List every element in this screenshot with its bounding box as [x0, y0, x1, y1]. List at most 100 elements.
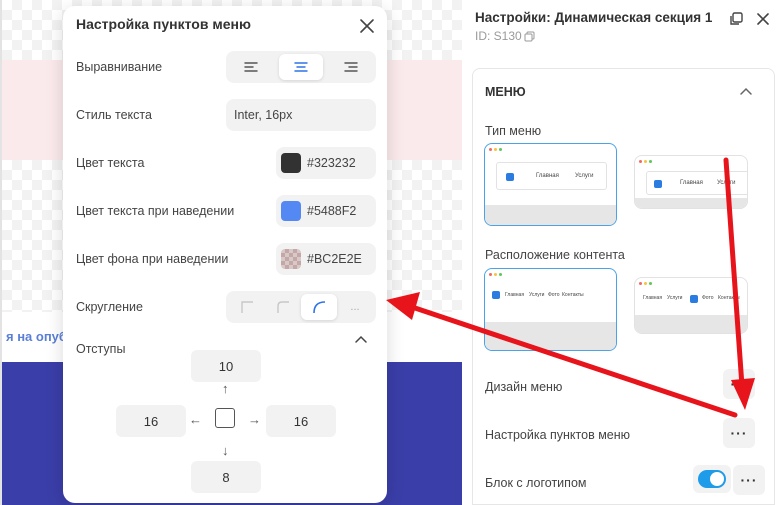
align-left-icon [244, 62, 258, 72]
align-left-button[interactable] [229, 54, 273, 80]
radius-label: Скругление [76, 300, 143, 314]
hover-text-color-swatch[interactable] [281, 201, 301, 221]
close-icon[interactable] [755, 11, 771, 27]
more-icon: ··· [730, 376, 748, 392]
menu-preview-bar: Главная Услуги Фото Контакты [635, 288, 747, 310]
alignment-segmented-control [226, 51, 376, 83]
menu-section: МЕНЮ Тип меню Главная Услуги Главная Усл… [472, 68, 775, 505]
corner-square-icon [241, 301, 253, 313]
window-dots-icon [489, 148, 502, 151]
preview-item: Контакты [562, 292, 584, 298]
radius-none-button[interactable] [229, 294, 265, 320]
popup-title: Настройка пунктов меню [76, 16, 251, 32]
preview-item: Услуги [575, 173, 594, 179]
arrow-right-icon: → [248, 412, 261, 427]
preview-item: Услуги [717, 180, 736, 186]
more-icon: ··· [740, 472, 758, 488]
hover-text-color-field[interactable]: #5488F2 [276, 195, 376, 227]
copy-id-icon[interactable] [524, 31, 535, 42]
preview-item: Главная [536, 173, 559, 179]
menu-items-settings-popup: Настройка пунктов меню Выравнивание Стил… [63, 6, 387, 503]
padding-label: Отступы [76, 342, 126, 356]
hover-text-color-value: #5488F2 [307, 204, 357, 218]
padding-top-field[interactable]: 10 [191, 350, 261, 382]
preview-item: Услуги [667, 295, 683, 301]
section-title: МЕНЮ [485, 85, 526, 99]
preview-content [635, 198, 747, 208]
preview-item: Фото [702, 295, 714, 301]
content-position-label: Расположение контента [485, 248, 625, 262]
preview-content [485, 205, 616, 225]
radius-segmented-control: ... [226, 291, 376, 323]
mini-logo-icon [690, 295, 698, 303]
align-right-icon [344, 62, 358, 72]
window-dots-icon [639, 282, 652, 285]
corner-small-round-icon [277, 301, 289, 313]
canvas-publish-text: я на опуб [6, 329, 67, 344]
radius-more-button[interactable]: ... [337, 294, 373, 320]
chevron-up-icon[interactable] [739, 86, 753, 96]
text-style-field[interactable]: Inter, 16px [226, 99, 376, 131]
preview-item: Главная [680, 180, 703, 186]
menu-items-settings-label: Настройка пунктов меню [485, 428, 631, 442]
padding-right-value: 16 [293, 413, 309, 429]
align-center-icon [294, 62, 308, 72]
logo-block-toggle[interactable] [698, 470, 726, 488]
content-position-option-2[interactable]: Главная Услуги Фото Контакты [634, 277, 748, 334]
logo-block-label: Блок с логотипом [485, 476, 587, 490]
radius-large-button[interactable] [301, 294, 337, 320]
alignment-label: Выравнивание [76, 60, 163, 74]
panel-title: Настройки: Динамическая секция 1 [475, 10, 713, 25]
hover-text-color-label: Цвет текста при наведении [76, 204, 235, 218]
padding-center-box-icon [215, 408, 235, 428]
menu-preview-bar: Главная Услуги [646, 171, 747, 195]
padding-bottom-value: 8 [222, 469, 230, 485]
menu-design-label: Дизайн меню [485, 380, 563, 394]
mini-logo-icon [654, 180, 662, 188]
mini-logo-icon [492, 291, 500, 299]
padding-bottom-field[interactable]: 8 [191, 461, 261, 493]
align-right-button[interactable] [329, 54, 373, 80]
window-dots-icon [639, 160, 652, 163]
menu-type-option-1[interactable]: Главная Услуги [484, 143, 617, 226]
padding-left-value: 16 [143, 413, 159, 429]
text-color-field[interactable]: #323232 [276, 147, 376, 179]
logo-block-more-button[interactable]: ··· [733, 465, 765, 495]
radius-more-label: ... [350, 301, 360, 313]
preview-item: Главная [643, 295, 663, 301]
text-color-value: #323232 [307, 156, 356, 170]
close-icon[interactable] [358, 17, 376, 35]
radius-small-button[interactable] [265, 294, 301, 320]
text-style-label: Стиль текста [76, 108, 152, 122]
hover-bg-color-value: #BC2E2E [307, 252, 362, 266]
align-center-button[interactable] [279, 54, 323, 80]
detach-window-icon[interactable] [728, 11, 744, 27]
arrow-up-icon: ↑ [222, 381, 229, 396]
preview-item: Контакты [718, 295, 740, 301]
content-position-option-1[interactable]: Главная Услуги Фото Контакты [484, 268, 617, 351]
arrow-down-icon: ↓ [222, 443, 229, 458]
padding-right-field[interactable]: 16 [266, 405, 336, 437]
window-dots-icon [489, 273, 502, 276]
text-color-swatch[interactable] [281, 153, 301, 173]
menu-type-option-2[interactable]: Главная Услуги [634, 155, 748, 209]
menu-type-label: Тип меню [485, 124, 542, 138]
hover-bg-color-swatch[interactable] [281, 249, 301, 269]
panel-id-text: ID: S130 [475, 29, 522, 43]
mini-logo-icon [506, 173, 514, 181]
menu-design-more-button[interactable]: ··· [723, 369, 755, 399]
arrow-left-icon: ← [189, 412, 202, 427]
corner-round-icon [313, 301, 326, 314]
menu-preview-bar: Главная Услуги Фото Контакты [485, 281, 616, 311]
hover-bg-color-field[interactable]: #BC2E2E [276, 243, 376, 275]
preview-content [485, 322, 616, 350]
menu-items-settings-more-button[interactable]: ··· [723, 418, 755, 448]
settings-panel: Настройки: Динамическая секция 1 ID: S13… [462, 0, 779, 505]
preview-item: Главная [505, 292, 525, 298]
chevron-up-icon[interactable] [354, 334, 368, 344]
hover-bg-color-label: Цвет фона при наведении [76, 252, 229, 266]
padding-left-field[interactable]: 16 [116, 405, 186, 437]
panel-id: ID: S130 [475, 29, 535, 43]
preview-item: Фото [548, 292, 560, 298]
padding-top-value: 10 [218, 358, 234, 374]
